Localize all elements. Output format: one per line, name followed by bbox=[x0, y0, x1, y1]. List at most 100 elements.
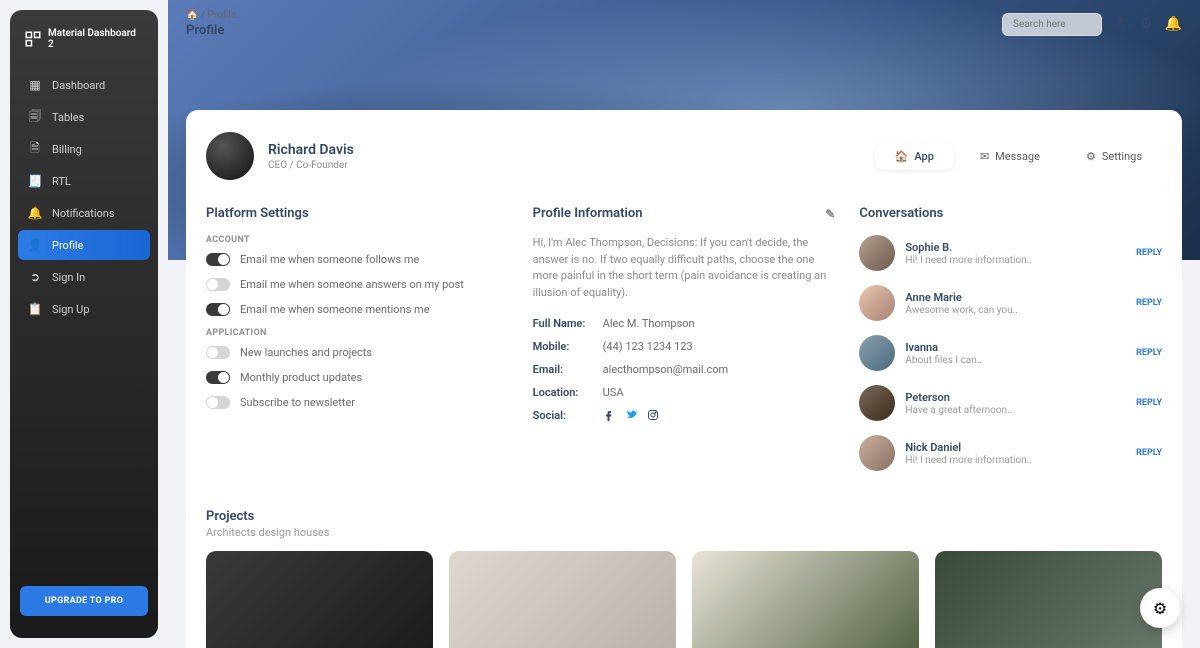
avatar bbox=[859, 285, 895, 321]
account-icon[interactable] bbox=[1114, 15, 1128, 33]
info-key: Social: bbox=[533, 409, 603, 425]
toggle-follows[interactable] bbox=[206, 253, 230, 266]
conversations-title: Conversations bbox=[859, 206, 1162, 221]
billing-icon: 🗎 bbox=[28, 142, 42, 156]
info-key: Location: bbox=[533, 386, 603, 399]
search-input[interactable] bbox=[1002, 13, 1102, 36]
toggle-row: New launches and projects bbox=[206, 346, 509, 359]
info-val: alecthompson@mail.com bbox=[603, 363, 728, 376]
reply-button[interactable]: REPLY bbox=[1136, 448, 1162, 458]
toggle-row: Subscribe to newsletter bbox=[206, 396, 509, 409]
project-card[interactable] bbox=[692, 551, 919, 648]
home-icon[interactable]: 🏠 bbox=[186, 10, 198, 21]
avatar bbox=[859, 335, 895, 371]
breadcrumb: 🏠 / Profile Profile bbox=[186, 10, 236, 38]
sidebar-item-label: Notifications bbox=[52, 207, 115, 220]
topbar-actions: ⚙ 🔔 bbox=[1002, 13, 1182, 36]
sidebar-item-label: Sign In bbox=[52, 271, 85, 284]
project-card[interactable] bbox=[206, 551, 433, 648]
reply-button[interactable]: REPLY bbox=[1136, 248, 1162, 258]
toggle-mentions[interactable] bbox=[206, 303, 230, 316]
projects-subtitle: Architects design houses bbox=[206, 526, 1162, 539]
project-card[interactable] bbox=[935, 551, 1162, 648]
sidebar-item-label: Tables bbox=[52, 111, 84, 124]
platform-settings-title: Platform Settings bbox=[206, 206, 509, 221]
signin-icon: ➲ bbox=[28, 270, 42, 284]
sidebar-item-signup[interactable]: 📋 Sign Up bbox=[18, 294, 150, 324]
conversation-item: IvannaAbout files I can..REPLY bbox=[859, 335, 1162, 371]
avatar bbox=[206, 132, 254, 180]
toggle-updates[interactable] bbox=[206, 371, 230, 384]
toggle-answers[interactable] bbox=[206, 278, 230, 291]
toggle-row: Email me when someone answers on my post bbox=[206, 278, 509, 291]
signup-icon: 📋 bbox=[28, 302, 42, 316]
brand-logo-icon bbox=[24, 30, 42, 48]
bell-icon[interactable]: 🔔 bbox=[1165, 16, 1182, 32]
reply-button[interactable]: REPLY bbox=[1136, 298, 1162, 308]
sidebar: Material Dashboard 2 ▦ Dashboard 🗐 Tables … bbox=[10, 10, 158, 638]
info-key: Full Name: bbox=[533, 317, 603, 330]
topbar: 🏠 / Profile Profile ⚙ 🔔 bbox=[168, 0, 1200, 48]
tab-message[interactable]: ✉Message bbox=[960, 143, 1060, 170]
avatar bbox=[859, 385, 895, 421]
info-val: Alec M. Thompson bbox=[603, 317, 695, 330]
sidebar-item-signin[interactable]: ➲ Sign In bbox=[18, 262, 150, 292]
dashboard-icon: ▦ bbox=[28, 78, 42, 92]
content-columns: Platform Settings ACCOUNT Email me when … bbox=[206, 206, 1162, 485]
sidebar-item-billing[interactable]: 🗎Billing bbox=[18, 134, 150, 164]
user-name: Richard Davis bbox=[268, 142, 354, 158]
sidebar-item-label: RTL bbox=[52, 175, 71, 188]
profile-information: Profile Information ✎ Hi, I'm Alec Thomps… bbox=[533, 206, 836, 485]
project-card[interactable] bbox=[449, 551, 676, 648]
user-role: CEO / Co-Founder bbox=[268, 160, 354, 171]
conversations: Conversations Sophie B.Hi! I need more i… bbox=[859, 206, 1162, 485]
conversation-item: Sophie B.Hi! I need more information..RE… bbox=[859, 235, 1162, 271]
reply-button[interactable]: REPLY bbox=[1136, 398, 1162, 408]
conversation-item: Anne MarieAwesome work, can you..REPLY bbox=[859, 285, 1162, 321]
page-title: Profile bbox=[186, 23, 236, 38]
edit-icon[interactable]: ✎ bbox=[825, 207, 835, 221]
sidebar-item-dashboard[interactable]: ▦ Dashboard bbox=[18, 70, 150, 100]
profile-info-title: Profile Information bbox=[533, 206, 643, 221]
settings-fab[interactable]: ⚙ bbox=[1140, 588, 1180, 628]
home-icon: 🏠 bbox=[895, 150, 909, 163]
toggle-row: Monthly product updates bbox=[206, 371, 509, 384]
breadcrumb-current: Profile bbox=[208, 10, 237, 21]
sidebar-item-profile[interactable]: 👤Profile bbox=[18, 230, 150, 260]
sidebar-item-label: Sign Up bbox=[52, 303, 90, 316]
platform-settings: Platform Settings ACCOUNT Email me when … bbox=[206, 206, 509, 485]
toggle-newsletter[interactable] bbox=[206, 396, 230, 409]
info-val: USA bbox=[603, 386, 624, 399]
sidebar-nav: ▦ Dashboard 🗐 Tables 🗎Billing 🧾 RTL 🔔Notifi… bbox=[10, 64, 158, 586]
tab-app[interactable]: 🏠App bbox=[875, 143, 954, 170]
twitter-icon[interactable] bbox=[625, 409, 637, 425]
brand: Material Dashboard 2 bbox=[10, 22, 158, 64]
profile-bio: Hi, I'm Alec Thompson, Decisions: If you… bbox=[533, 235, 836, 301]
reply-button[interactable]: REPLY bbox=[1136, 348, 1162, 358]
gear-icon[interactable]: ⚙ bbox=[1140, 16, 1153, 32]
tab-settings[interactable]: ⚙Settings bbox=[1066, 143, 1162, 170]
gear-icon: ⚙ bbox=[1153, 599, 1167, 618]
main-content: 🏠 / Profile Profile ⚙ 🔔 Richard Da bbox=[168, 0, 1200, 648]
projects-section: Projects Architects design houses bbox=[206, 509, 1162, 648]
account-section-label: ACCOUNT bbox=[206, 235, 509, 245]
profile-card: Richard Davis CEO / Co-Founder 🏠App ✉Mes… bbox=[186, 110, 1182, 648]
sidebar-item-notifications[interactable]: 🔔Notifications bbox=[18, 198, 150, 228]
sidebar-footer: UPGRADE TO PRO bbox=[10, 586, 158, 626]
mail-icon: ✉ bbox=[980, 150, 989, 163]
rtl-icon: 🧾 bbox=[28, 174, 42, 188]
instagram-icon[interactable] bbox=[647, 409, 659, 425]
avatar bbox=[859, 235, 895, 271]
conversation-item: Nick DanielHi! I need more information..… bbox=[859, 435, 1162, 471]
brand-title: Material Dashboard 2 bbox=[48, 28, 144, 50]
toggle-launches[interactable] bbox=[206, 346, 230, 359]
sidebar-item-label: Dashboard bbox=[52, 79, 105, 92]
facebook-icon[interactable] bbox=[603, 409, 615, 425]
sidebar-item-rtl[interactable]: 🧾 RTL bbox=[18, 166, 150, 196]
tables-icon: 🗐 bbox=[28, 110, 42, 124]
sidebar-item-tables[interactable]: 🗐 Tables bbox=[18, 102, 150, 132]
projects-title: Projects bbox=[206, 509, 1162, 524]
profile-tabs: 🏠App ✉Message ⚙Settings bbox=[875, 143, 1162, 170]
upgrade-button[interactable]: UPGRADE TO PRO bbox=[20, 586, 148, 616]
info-key: Mobile: bbox=[533, 340, 603, 353]
